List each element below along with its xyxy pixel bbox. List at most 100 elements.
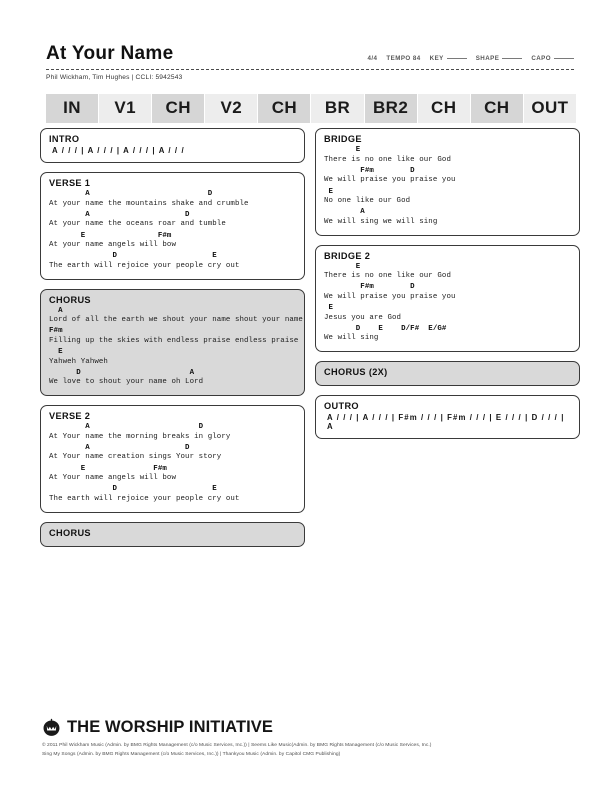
- song-structure-bar: IN V1 CH V2 CH BR BR2 CH CH OUT: [46, 94, 576, 123]
- section-title-verse-2: VERSE 2: [49, 411, 91, 421]
- tempo-meta: TEMPO 84: [386, 55, 420, 62]
- lyric-line: We will praise you praise you: [324, 292, 456, 301]
- credits-line: Phil Wickham, Tim Hughes | CCLI: 5942543: [46, 73, 183, 81]
- tempo-value: 84: [412, 54, 421, 62]
- lyric-line: There is no one like our God: [324, 272, 451, 281]
- section-intro: INTRO A / / / | A / / / | A / / / | A / /…: [40, 128, 305, 163]
- nav-section-6[interactable]: BR2: [364, 94, 417, 123]
- capo-meta: CAPO: [531, 55, 574, 62]
- chord-line: A D: [49, 210, 190, 219]
- nav-section-5[interactable]: BR: [311, 94, 364, 123]
- section-bridge: BRIDGE E There is no one like our God F#m…: [315, 128, 580, 236]
- nav-section-0[interactable]: IN: [46, 94, 99, 123]
- section-title-intro: INTRO: [49, 134, 80, 144]
- section-bridge-2: BRIDGE 2 E There is no one like our God F…: [315, 244, 580, 352]
- right-column: BRIDGE E There is no one like our God F#m…: [315, 128, 580, 448]
- chord-chart-page: At Your Name 4/4 TEMPO 84 KEY SHAPE CAPO…: [0, 0, 612, 792]
- lyric-line: There is no one like our God: [324, 155, 451, 164]
- shape-blank[interactable]: [502, 57, 523, 59]
- lyric-block-bridge-2: E There is no one like our God F#m D We wi…: [324, 263, 571, 345]
- page-title: At Your Name: [46, 43, 174, 64]
- lyric-line: Lord of all the earth we shout your name…: [49, 316, 303, 325]
- copyright-line-1: © 2011 Phil Wickham Music (Admin. by BMG…: [42, 743, 432, 748]
- chord-line: A D: [49, 190, 213, 198]
- section-title-chorus: CHORUS: [49, 294, 91, 305]
- chord-line: A: [324, 208, 365, 217]
- chord-line: F#m D: [324, 166, 415, 175]
- lyric-block-verse-1: A D At your name the mountains shake and …: [49, 190, 296, 272]
- section-outro: OUTRO A / / / | A / / / | F#m / / / | F#m…: [315, 395, 580, 439]
- nav-section-2[interactable]: CH: [152, 94, 205, 123]
- lyric-line: At Your name the morning breaks in glory: [49, 432, 231, 441]
- capo-blank[interactable]: [554, 57, 574, 59]
- shape-label: SHAPE: [475, 54, 500, 62]
- crown-circle-icon: [42, 718, 61, 737]
- lyric-line: Yahweh Yahweh: [49, 357, 108, 366]
- lyric-line: We will sing we will sing: [324, 217, 438, 226]
- key-meta: KEY: [430, 55, 467, 62]
- chord-line: F#m: [49, 327, 63, 336]
- chord-line: F#m D: [324, 283, 415, 292]
- chord-line: D E: [49, 485, 217, 494]
- section-title-chorus-ref: CHORUS: [49, 527, 91, 538]
- section-title-bridge: BRIDGE: [324, 134, 362, 144]
- key-blank[interactable]: [446, 57, 467, 59]
- section-chorus-2x: CHORUS (2X): [315, 361, 580, 386]
- chord-progression-outro: A / / / | A / / / | F#m / / / | F#m / / …: [327, 413, 565, 431]
- left-column: INTRO A / / / | A / / / | A / / / | A / /…: [40, 128, 305, 556]
- section-chorus-ref: CHORUS: [40, 521, 305, 547]
- lyric-line: The earth will rejoice your people cry o…: [49, 494, 240, 503]
- chord-line: A D: [49, 443, 190, 452]
- brand-name: THE WORSHIP INITIATIVE: [67, 718, 274, 736]
- lyric-line: At your name angels will bow: [49, 241, 176, 250]
- copyright-block: © 2011 Phil Wickham Music (Admin. by BMG…: [42, 742, 582, 759]
- lyric-line: At Your name angels will bow: [49, 474, 176, 483]
- nav-section-4[interactable]: CH: [258, 94, 311, 123]
- nav-section-9[interactable]: OUT: [523, 94, 576, 123]
- key-label: KEY: [429, 54, 444, 62]
- lyric-block-verse-2: A D At Your name the morning breaks in gl…: [49, 423, 296, 505]
- title-row: At Your Name 4/4 TEMPO 84 KEY SHAPE CAPO: [46, 43, 574, 65]
- section-title-chorus-2x: CHORUS (2X): [324, 367, 388, 377]
- lyric-line: No one like our God: [324, 197, 411, 206]
- chord-line: E: [324, 262, 361, 271]
- lyric-line: We will sing: [324, 334, 379, 343]
- tempo-label: TEMPO: [386, 54, 411, 62]
- section-title-outro: OUTRO: [324, 401, 359, 411]
- lyric-line: Filling up the skies with endless praise…: [49, 336, 299, 345]
- section-verse-1: VERSE 1 A D At your name the mountains sh…: [40, 172, 305, 280]
- lyric-line: The earth will rejoice your people cry o…: [49, 261, 240, 270]
- chord-progression-intro: A / / / | A / / / | A / / / | A / / /: [52, 146, 185, 155]
- lyric-block-chorus: A Lord of all the earth we shout your nam…: [49, 306, 303, 389]
- header-divider: [46, 68, 574, 70]
- lyric-line: Jesus you are God: [324, 313, 402, 322]
- section-verse-2: VERSE 2 A D At Your name the morning brea…: [40, 405, 305, 513]
- copyright-line-2: Sing My Songs (Admin. by BMG Rights Mana…: [42, 751, 341, 757]
- chord-line: E F#m: [49, 464, 167, 473]
- chord-line: A: [49, 306, 63, 315]
- chord-line: E: [324, 187, 334, 196]
- nav-section-3[interactable]: V2: [205, 94, 258, 123]
- section-title-bridge-2: BRIDGE 2: [324, 250, 371, 261]
- time-signature: 4/4: [367, 54, 378, 62]
- nav-section-7[interactable]: CH: [417, 94, 470, 123]
- chord-line: E: [324, 304, 334, 312]
- lyric-line: At your name the mountains shake and cru…: [49, 199, 249, 208]
- song-meta: 4/4 TEMPO 84 KEY SHAPE CAPO: [367, 55, 574, 65]
- chart-footer: THE WORSHIP INITIATIVE © 2011 Phil Wickh…: [42, 718, 582, 759]
- shape-meta: SHAPE: [476, 55, 523, 62]
- lyric-block-bridge: E There is no one like our God F#m D We wi…: [324, 146, 571, 228]
- chord-line: E: [324, 146, 361, 154]
- chart-header: At Your Name 4/4 TEMPO 84 KEY SHAPE CAPO…: [46, 43, 574, 81]
- chord-line: D E: [49, 252, 217, 261]
- chord-line: A D: [49, 423, 204, 431]
- lyric-line: At your name the oceans roar and tumble: [49, 220, 226, 229]
- lyric-line: We will praise you praise you: [324, 176, 456, 185]
- chord-line: D A: [49, 368, 195, 377]
- nav-section-8[interactable]: CH: [470, 94, 523, 123]
- nav-section-1[interactable]: V1: [99, 94, 152, 123]
- brand-row: THE WORSHIP INITIATIVE: [42, 718, 582, 737]
- chord-line: E F#m: [49, 231, 172, 240]
- lyric-line: At Your name creation sings Your story: [49, 453, 222, 462]
- section-title-verse-1: VERSE 1: [49, 178, 91, 188]
